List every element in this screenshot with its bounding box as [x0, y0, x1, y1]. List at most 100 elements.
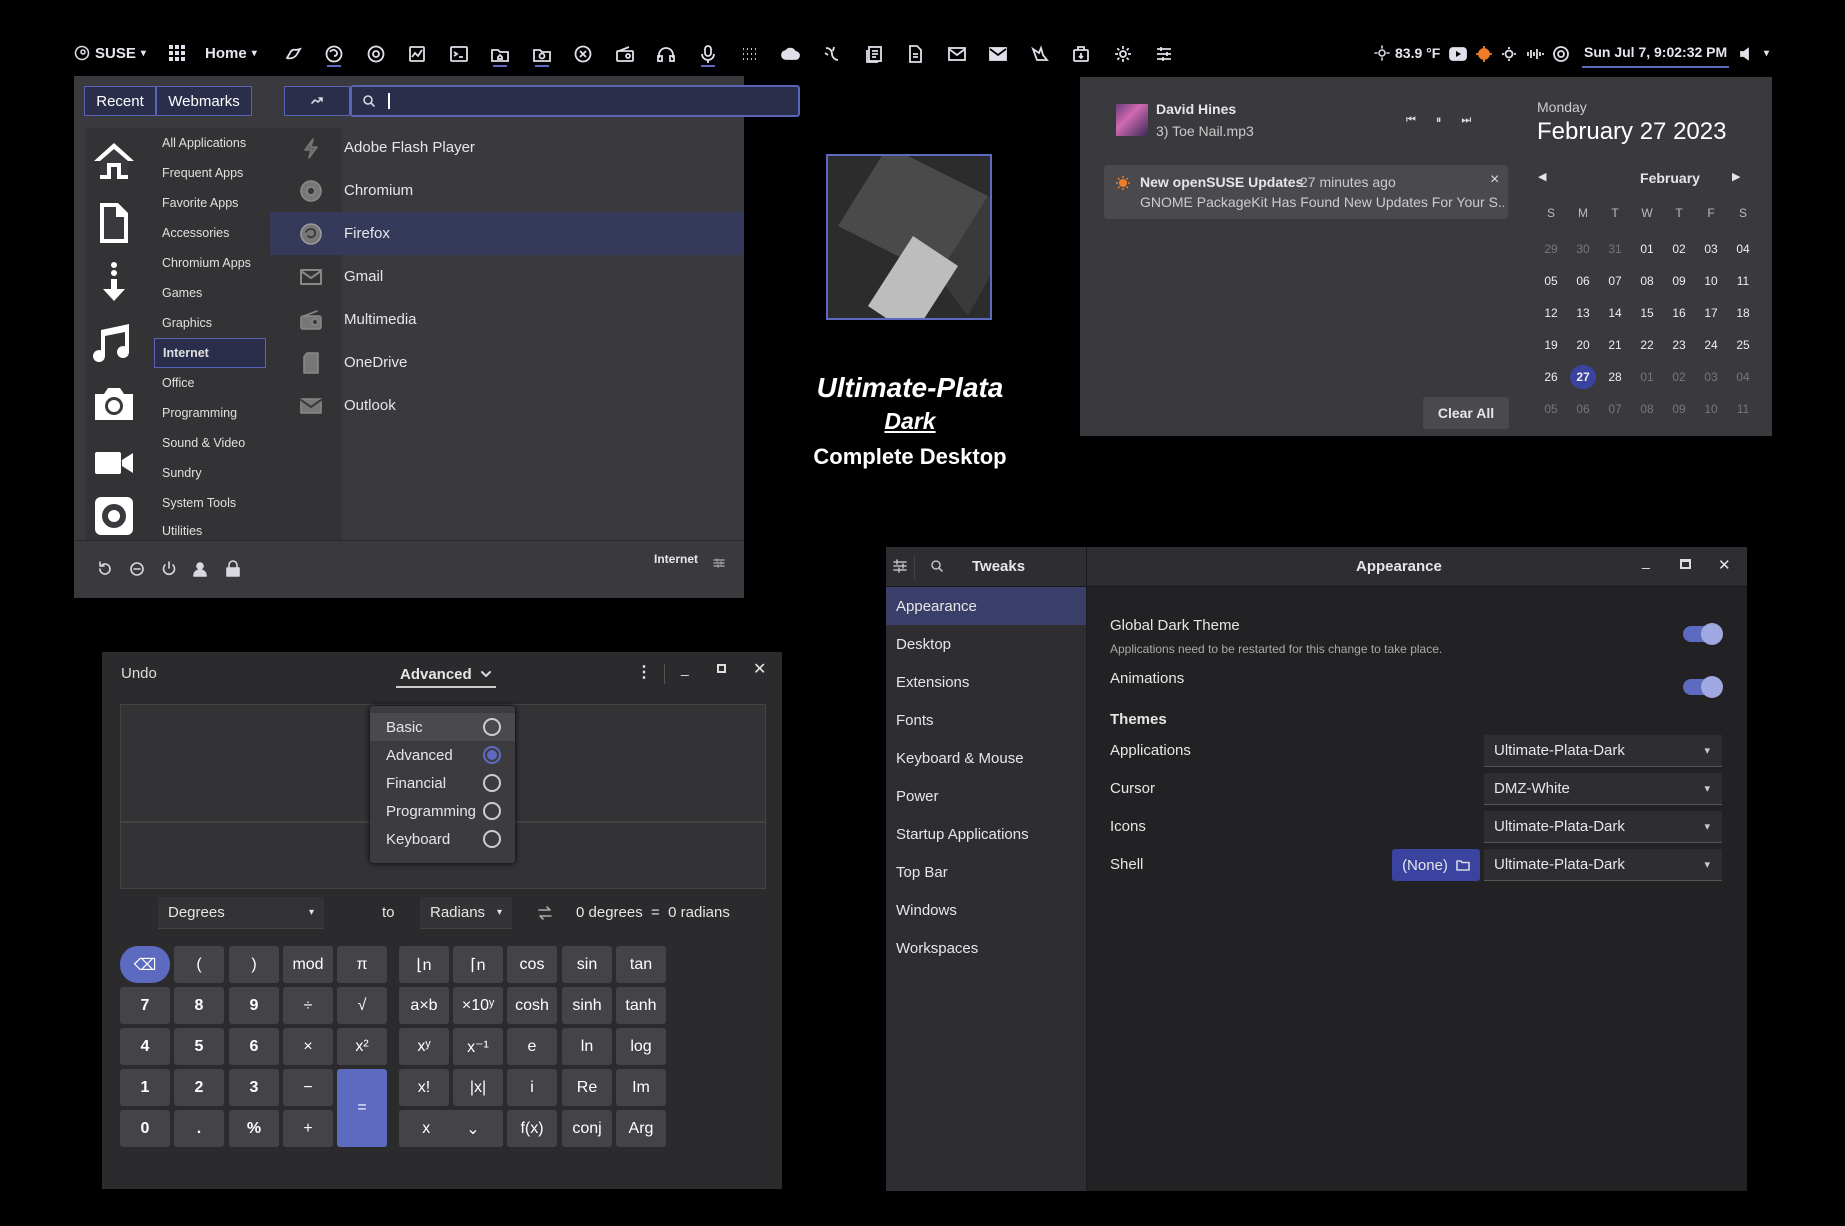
sidebar-item-desktop[interactable]: Desktop: [886, 625, 1086, 663]
disk-usage-icon[interactable]: [88, 492, 140, 536]
calc-key[interactable]: conj: [562, 1110, 612, 1147]
calc-key[interactable]: xʸ: [399, 1028, 449, 1065]
calc-key[interactable]: √: [337, 987, 387, 1024]
sidebar-item-keyboard-mouse[interactable]: Keyboard & Mouse: [886, 739, 1086, 777]
mode-selector[interactable]: Advanced: [396, 662, 496, 688]
category-item[interactable]: All Applications: [154, 128, 266, 158]
calc-key[interactable]: sinh: [562, 987, 612, 1024]
mode-option-advanced[interactable]: Advanced: [370, 741, 515, 769]
brightness-icon[interactable]: [1498, 43, 1520, 65]
calc-key[interactable]: sin: [562, 946, 612, 983]
radio-button-checked[interactable]: [483, 746, 501, 764]
calendar-day[interactable]: 19: [1535, 333, 1567, 357]
app-item-selected[interactable]: Firefox: [270, 212, 744, 255]
calc-key[interactable]: 1: [120, 1069, 170, 1106]
switch-user-icon[interactable]: [192, 560, 210, 578]
calendar-day[interactable]: 02: [1663, 237, 1695, 261]
radio-button[interactable]: [483, 774, 501, 792]
calendar-day[interactable]: 31: [1599, 237, 1631, 261]
calc-key[interactable]: cosh: [507, 987, 557, 1024]
radio-button[interactable]: [483, 830, 501, 848]
calendar-day[interactable]: 11: [1727, 269, 1759, 293]
calendar-day[interactable]: 03: [1695, 365, 1727, 389]
minimize-icon[interactable]: _: [1642, 553, 1650, 569]
calc-key[interactable]: 7: [120, 987, 170, 1024]
calendar-day[interactable]: 25: [1727, 333, 1759, 357]
mode-option-financial[interactable]: Financial: [370, 769, 515, 797]
calendar-day[interactable]: 05: [1535, 397, 1567, 421]
radio-button[interactable]: [483, 802, 501, 820]
calc-key[interactable]: f(x): [507, 1110, 557, 1147]
system-monitor-icon[interactable]: [406, 43, 428, 65]
animations-toggle[interactable]: [1683, 676, 1723, 698]
calc-key[interactable]: ÷: [283, 987, 333, 1024]
calc-key[interactable]: %: [229, 1110, 279, 1147]
volume-icon[interactable]: [1736, 43, 1758, 65]
sidebar-item-fonts[interactable]: Fonts: [886, 701, 1086, 739]
sidebar-item-extensions[interactable]: Extensions: [886, 663, 1086, 701]
calendar-day[interactable]: 17: [1695, 301, 1727, 325]
category-item[interactable]: Sound & Video: [154, 428, 266, 458]
category-item[interactable]: Sundry: [154, 458, 266, 488]
category-item[interactable]: Frequent Apps: [154, 158, 266, 188]
calendar-day[interactable]: 18: [1727, 301, 1759, 325]
calc-key[interactable]: tanh: [616, 987, 666, 1024]
to-unit-select[interactable]: Radians ▾: [420, 897, 512, 929]
equals-key[interactable]: =: [337, 1069, 387, 1147]
calc-key[interactable]: x⁻¹: [453, 1028, 503, 1065]
microphone-icon[interactable]: [697, 43, 719, 67]
calc-key[interactable]: 4: [120, 1028, 170, 1065]
app-item[interactable]: Outlook: [270, 384, 744, 427]
category-item[interactable]: Office: [154, 368, 266, 398]
document-icon[interactable]: [88, 197, 140, 249]
calc-key[interactable]: ⌊n: [399, 946, 449, 983]
close-icon[interactable]: ×: [1490, 171, 1499, 189]
calendar-day[interactable]: 10: [1695, 397, 1727, 421]
calc-key[interactable]: ×: [283, 1028, 333, 1065]
previous-track-icon[interactable]: ⏮: [1406, 114, 1416, 127]
calendar-day[interactable]: 24: [1695, 333, 1727, 357]
calc-key[interactable]: x²: [337, 1028, 387, 1065]
distro-menu-button[interactable]: SUSE ▾: [74, 38, 146, 68]
calendar-day[interactable]: 02: [1663, 365, 1695, 389]
category-item[interactable]: Programming: [154, 398, 266, 428]
calendar-day[interactable]: 07: [1599, 397, 1631, 421]
calendar-day[interactable]: 07: [1599, 269, 1631, 293]
cursor-theme-dropdown[interactable]: DMZ-White: [1484, 773, 1722, 805]
calendar-day[interactable]: 05: [1535, 269, 1567, 293]
chromium-icon[interactable]: [365, 43, 387, 65]
calendar-day[interactable]: 06: [1567, 397, 1599, 421]
calc-key[interactable]: ⌈n: [453, 946, 503, 983]
search-mode-button[interactable]: [284, 86, 350, 116]
mode-option-keyboard[interactable]: Keyboard: [370, 825, 515, 853]
power-icon[interactable]: [160, 560, 178, 578]
calc-key[interactable]: tan: [616, 946, 666, 983]
calc-key[interactable]: cos: [507, 946, 557, 983]
shell-none-button[interactable]: (None): [1392, 849, 1480, 881]
video-camera-icon[interactable]: [88, 437, 140, 489]
logout-icon[interactable]: [128, 560, 146, 578]
category-item[interactable]: Graphics: [154, 308, 266, 338]
bird-alt-icon[interactable]: [1029, 43, 1051, 65]
settings-gear-icon[interactable]: [1550, 43, 1572, 65]
home-folder-icon[interactable]: [489, 43, 511, 67]
calendar-day[interactable]: 11: [1727, 397, 1759, 421]
calendar-day[interactable]: 06: [1567, 269, 1599, 293]
calendar-day[interactable]: 28: [1599, 365, 1631, 389]
tab-recent[interactable]: Recent: [84, 86, 156, 116]
calc-key[interactable]: mod: [283, 946, 333, 983]
previous-month-icon[interactable]: ◀: [1538, 170, 1546, 183]
calendar-day[interactable]: 30: [1567, 237, 1599, 261]
bird-icon[interactable]: [282, 43, 304, 65]
clear-all-button[interactable]: Clear All: [1423, 397, 1509, 429]
calendar-day[interactable]: 10: [1695, 269, 1727, 293]
calendar-day[interactable]: 21: [1599, 333, 1631, 357]
weather-indicator[interactable]: 83.9 °F: [1374, 38, 1440, 68]
category-item[interactable]: System Tools: [154, 488, 266, 518]
category-item[interactable]: Favorite Apps: [154, 188, 266, 218]
app-item[interactable]: Multimedia: [270, 298, 744, 341]
calendar-day[interactable]: 09: [1663, 397, 1695, 421]
calc-key[interactable]: .: [174, 1110, 224, 1147]
calendar-day[interactable]: 22: [1631, 333, 1663, 357]
home-icon[interactable]: [88, 136, 140, 188]
